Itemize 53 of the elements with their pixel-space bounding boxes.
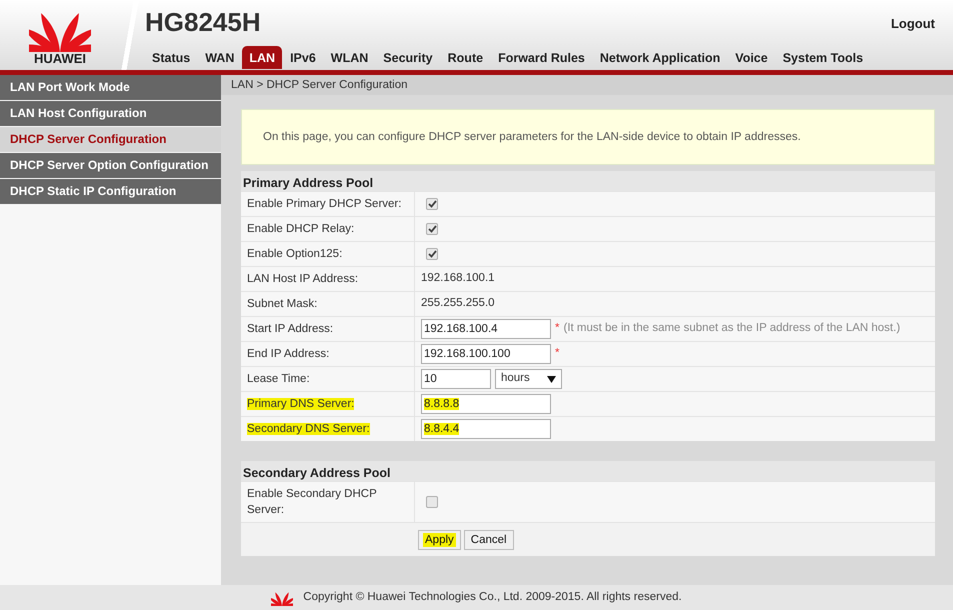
checkbox[interactable] <box>426 223 438 235</box>
sidebar-item[interactable]: LAN Port Work Mode <box>0 75 221 100</box>
sidebar-item[interactable]: DHCP Static IP Configuration <box>0 179 221 204</box>
model-name: HG8245H <box>145 9 261 35</box>
required-mark: * <box>555 321 560 336</box>
sidebar-item[interactable]: DHCP Server Option Configuration <box>0 153 221 178</box>
unit-select[interactable]: hours <box>495 369 562 389</box>
field-label: Start IP Address: <box>247 323 334 335</box>
field-label: Enable Option125: <box>247 248 342 260</box>
input-field[interactable]: 10 <box>421 369 491 389</box>
copyright-text: Copyright © Huawei Technologies Co., Ltd. 2009-2015. All rights reserved. <box>303 590 682 605</box>
hint-text: (It must be in the same subnet as the IP address of the LAN host.) <box>563 321 900 336</box>
checkbox[interactable] <box>426 496 438 508</box>
brand-name: HUAWEI <box>34 52 86 66</box>
field-label: End IP Address: <box>247 348 330 360</box>
field-label: Subnet Mask: <box>247 298 318 310</box>
field-label: Primary DNS Server: <box>247 398 354 410</box>
cancel-button[interactable]: Cancel <box>464 530 514 550</box>
section-title: Secondary Address Pool <box>241 461 935 481</box>
input-field[interactable]: 192.168.100.4 <box>421 319 551 339</box>
checkbox[interactable] <box>426 248 438 260</box>
nav-tab[interactable]: Status <box>145 46 198 69</box>
field-label: Enable Secondary DHCP Server: <box>247 488 377 516</box>
section-title: Primary Address Pool <box>241 171 935 191</box>
nav-tab[interactable]: Route <box>440 46 490 69</box>
input-field[interactable]: 192.168.100.100 <box>421 344 551 364</box>
required-mark: * <box>555 346 560 362</box>
input-field[interactable]: 8.8.4.4 <box>421 419 551 439</box>
nav-tab[interactable]: WLAN <box>324 46 376 69</box>
breadcrumb: LAN > DHCP Server Configuration <box>221 75 953 95</box>
nav-tab[interactable]: LAN <box>242 46 282 69</box>
nav-tab[interactable]: System Tools <box>776 46 870 69</box>
field-value: 192.168.100.1 <box>421 271 495 286</box>
nav-tab[interactable]: Network Application <box>592 46 728 69</box>
logout-link[interactable]: Logout <box>890 14 935 34</box>
nav-tab[interactable]: IPv6 <box>283 46 323 69</box>
field-label: Enable DHCP Relay: <box>247 223 354 235</box>
input-field[interactable]: 8.8.8.8 <box>421 394 551 414</box>
field-label: Lease Time: <box>247 373 310 385</box>
nav-tab[interactable]: Voice <box>728 46 775 69</box>
caret-icon <box>547 376 556 382</box>
field-label: LAN Host IP Address: <box>247 273 358 285</box>
sidebar-item[interactable]: DHCP Server Configuration <box>0 127 221 152</box>
field-label: Secondary DNS Server: <box>247 423 370 435</box>
nav-tab[interactable]: WAN <box>198 46 242 69</box>
apply-button[interactable]: Apply <box>418 530 461 550</box>
nav-tab[interactable]: Forward Rules <box>491 46 592 69</box>
sidebar-item[interactable]: LAN Host Configuration <box>0 101 221 126</box>
field-value: 255.255.255.0 <box>421 296 495 312</box>
info-message: On this page, you can configure DHCP server parameters for the LAN-side device to obtain IP addresses. <box>241 109 935 165</box>
field-label: Enable Primary DHCP Server: <box>247 198 402 210</box>
checkbox[interactable] <box>426 198 438 210</box>
nav-tab[interactable]: Security <box>376 46 440 69</box>
